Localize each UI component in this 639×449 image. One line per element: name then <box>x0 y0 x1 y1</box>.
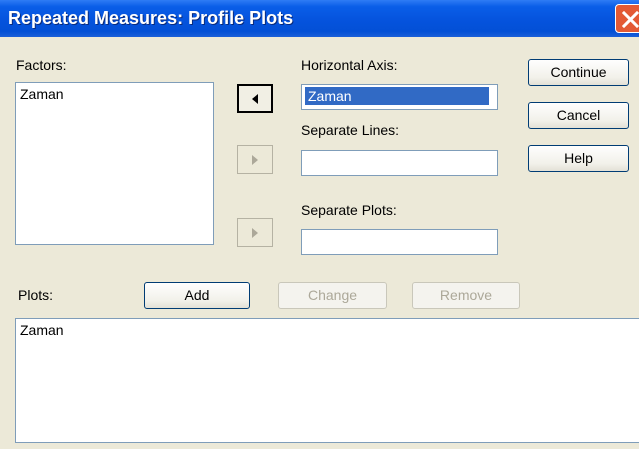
help-button[interactable]: Help <box>528 145 629 172</box>
close-button[interactable] <box>615 4 639 33</box>
change-button[interactable]: Change <box>278 282 387 309</box>
arrow-right-icon <box>252 227 258 238</box>
dialog-title: Repeated Measures: Profile Plots <box>8 8 294 28</box>
plots-label: Plots: <box>18 287 54 303</box>
factors-label: Factors: <box>16 57 67 73</box>
move-to-horizontal-axis-button[interactable] <box>237 84 273 113</box>
separate-plots-label: Separate Plots: <box>301 202 397 218</box>
remove-button[interactable]: Remove <box>412 282 520 309</box>
close-icon <box>622 11 639 28</box>
arrow-right-icon <box>252 154 258 165</box>
cancel-button[interactable]: Cancel <box>528 102 629 129</box>
continue-button[interactable]: Continue <box>528 59 629 86</box>
add-button[interactable]: Add <box>144 282 250 309</box>
horizontal-axis-value: Zaman <box>305 87 489 105</box>
plots-list[interactable]: Zaman <box>15 318 639 443</box>
factors-list-item[interactable]: Zaman <box>20 86 64 102</box>
plots-list-item[interactable]: Zaman <box>20 322 64 338</box>
arrow-left-icon <box>252 93 258 104</box>
horizontal-axis-field[interactable]: Zaman <box>301 84 498 110</box>
move-to-separate-lines-button[interactable] <box>237 145 273 174</box>
move-to-separate-plots-button[interactable] <box>237 218 273 247</box>
factors-list[interactable]: Zaman <box>15 82 214 245</box>
separate-lines-field[interactable] <box>301 150 498 176</box>
horizontal-axis-label: Horizontal Axis: <box>301 57 398 73</box>
separate-lines-label: Separate Lines: <box>301 122 400 138</box>
separate-plots-field[interactable] <box>301 229 498 255</box>
title-bar: Repeated Measures: Profile Plots <box>0 0 639 37</box>
